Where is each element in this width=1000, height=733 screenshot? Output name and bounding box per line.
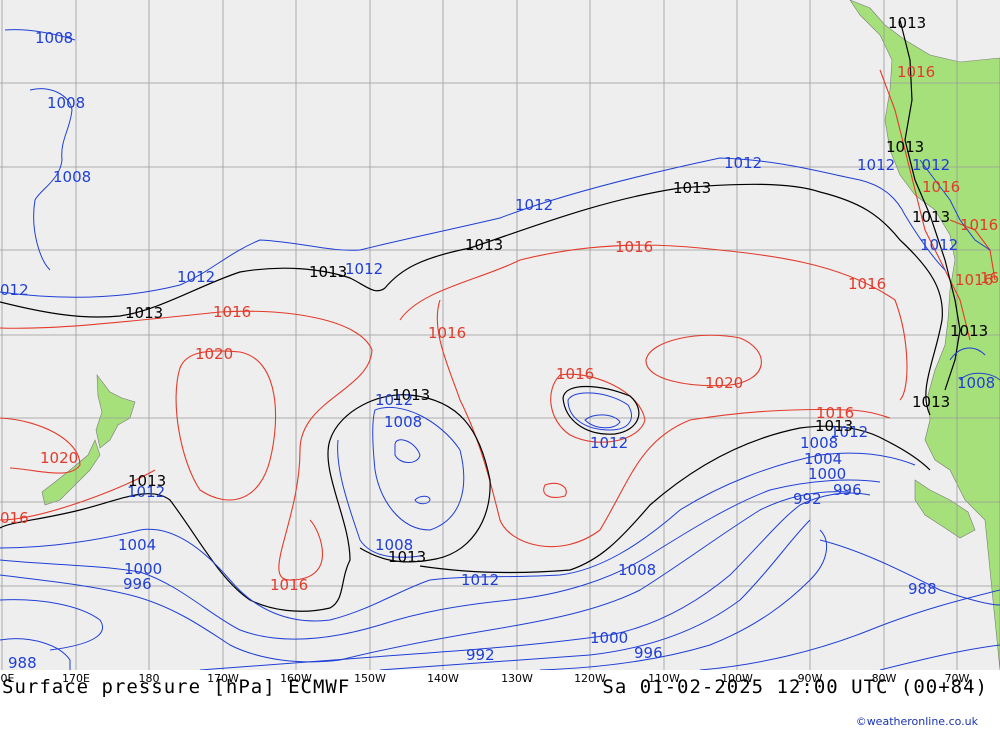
label-1013-d: 1013 <box>673 179 711 197</box>
label-1008-t: 1008 <box>618 561 656 579</box>
label-1012-k: 1012 <box>920 236 958 254</box>
label-1004-p: 1004 <box>118 536 156 554</box>
label-1013-i: 1013 <box>912 393 950 411</box>
label-1013-g: 1013 <box>388 548 426 566</box>
label-996-r: 996 <box>123 575 152 593</box>
label-996-ab: 996 <box>634 644 663 662</box>
label-1013-m: 1013 <box>888 14 926 32</box>
label-1013-a: 1013 <box>125 304 163 322</box>
label-1013-b: 1013 <box>309 263 347 281</box>
label-1012-i: 1012 <box>857 156 895 174</box>
label-1016-j: 1016 <box>270 576 308 594</box>
label-1016-l: 1016 <box>922 178 960 196</box>
label-016-k: 016 <box>0 509 29 527</box>
label-1012-n: 1012 <box>590 434 628 452</box>
label-1012-f: 1012 <box>345 260 383 278</box>
label-1008-m: 1008 <box>384 413 422 431</box>
label-988-ad: 988 <box>908 580 937 598</box>
map-title: Surface pressure [hPa] ECMWF <box>2 676 351 698</box>
label-1008-b: 1008 <box>47 94 85 112</box>
label-1016-f: 1016 <box>556 365 594 383</box>
surface-pressure-map: 1008 1008 1008 1012 012 1012 1012 1012 1… <box>0 0 1000 670</box>
label-1016-d: 1016 <box>848 275 886 293</box>
label-1016-c: 1016 <box>615 238 653 256</box>
label-1013-j: 1013 <box>950 322 988 340</box>
label-1016-p: 1016 <box>960 216 998 234</box>
lon-label-6: 140W <box>427 672 459 685</box>
label-1000-aa: 1000 <box>590 629 628 647</box>
lon-label-5: 150W <box>354 672 386 685</box>
label-996-x: 996 <box>833 481 862 499</box>
label-1016-a: 1016 <box>213 303 251 321</box>
label-1016-i: 1016 <box>816 404 854 422</box>
label-1012-g: 1012 <box>515 196 553 214</box>
label-1008-c: 1008 <box>53 168 91 186</box>
label-1013-c: 1013 <box>465 236 503 254</box>
label-1016-n: 1016 <box>897 63 935 81</box>
label-1008-a: 1008 <box>35 29 73 47</box>
label-1012-j: 1012 <box>912 156 950 174</box>
label-1013-k: 1013 <box>912 208 950 226</box>
label-012-e: 012 <box>0 281 29 299</box>
label-988-ae: 988 <box>8 654 37 670</box>
label-1012-h: 1012 <box>724 154 762 172</box>
label-1020-h: 1020 <box>40 449 78 467</box>
label-1012-s: 1012 <box>461 571 499 589</box>
label-992-ac: 992 <box>466 646 495 664</box>
valid-time: Sa 01-02-2025 12:00 UTC (00+84) <box>602 676 988 698</box>
label-1016-b: 1016 <box>428 324 466 342</box>
credit-link[interactable]: ©weatheronline.co.uk <box>856 715 978 728</box>
lon-label-7: 130W <box>501 672 533 685</box>
label-1020-g: 1020 <box>705 374 743 392</box>
label-1008-ag: 1008 <box>957 374 995 392</box>
label-16-o: 16 <box>980 269 999 287</box>
label-1013-l: 1013 <box>886 138 924 156</box>
label-1013-e: 1013 <box>392 386 430 404</box>
label-992-y: 992 <box>793 490 822 508</box>
label-1012-d: 1012 <box>177 268 215 286</box>
label-1013-f: 1013 <box>128 472 166 490</box>
label-1020-e: 1020 <box>195 345 233 363</box>
lon-label-8: 120W <box>574 672 606 685</box>
